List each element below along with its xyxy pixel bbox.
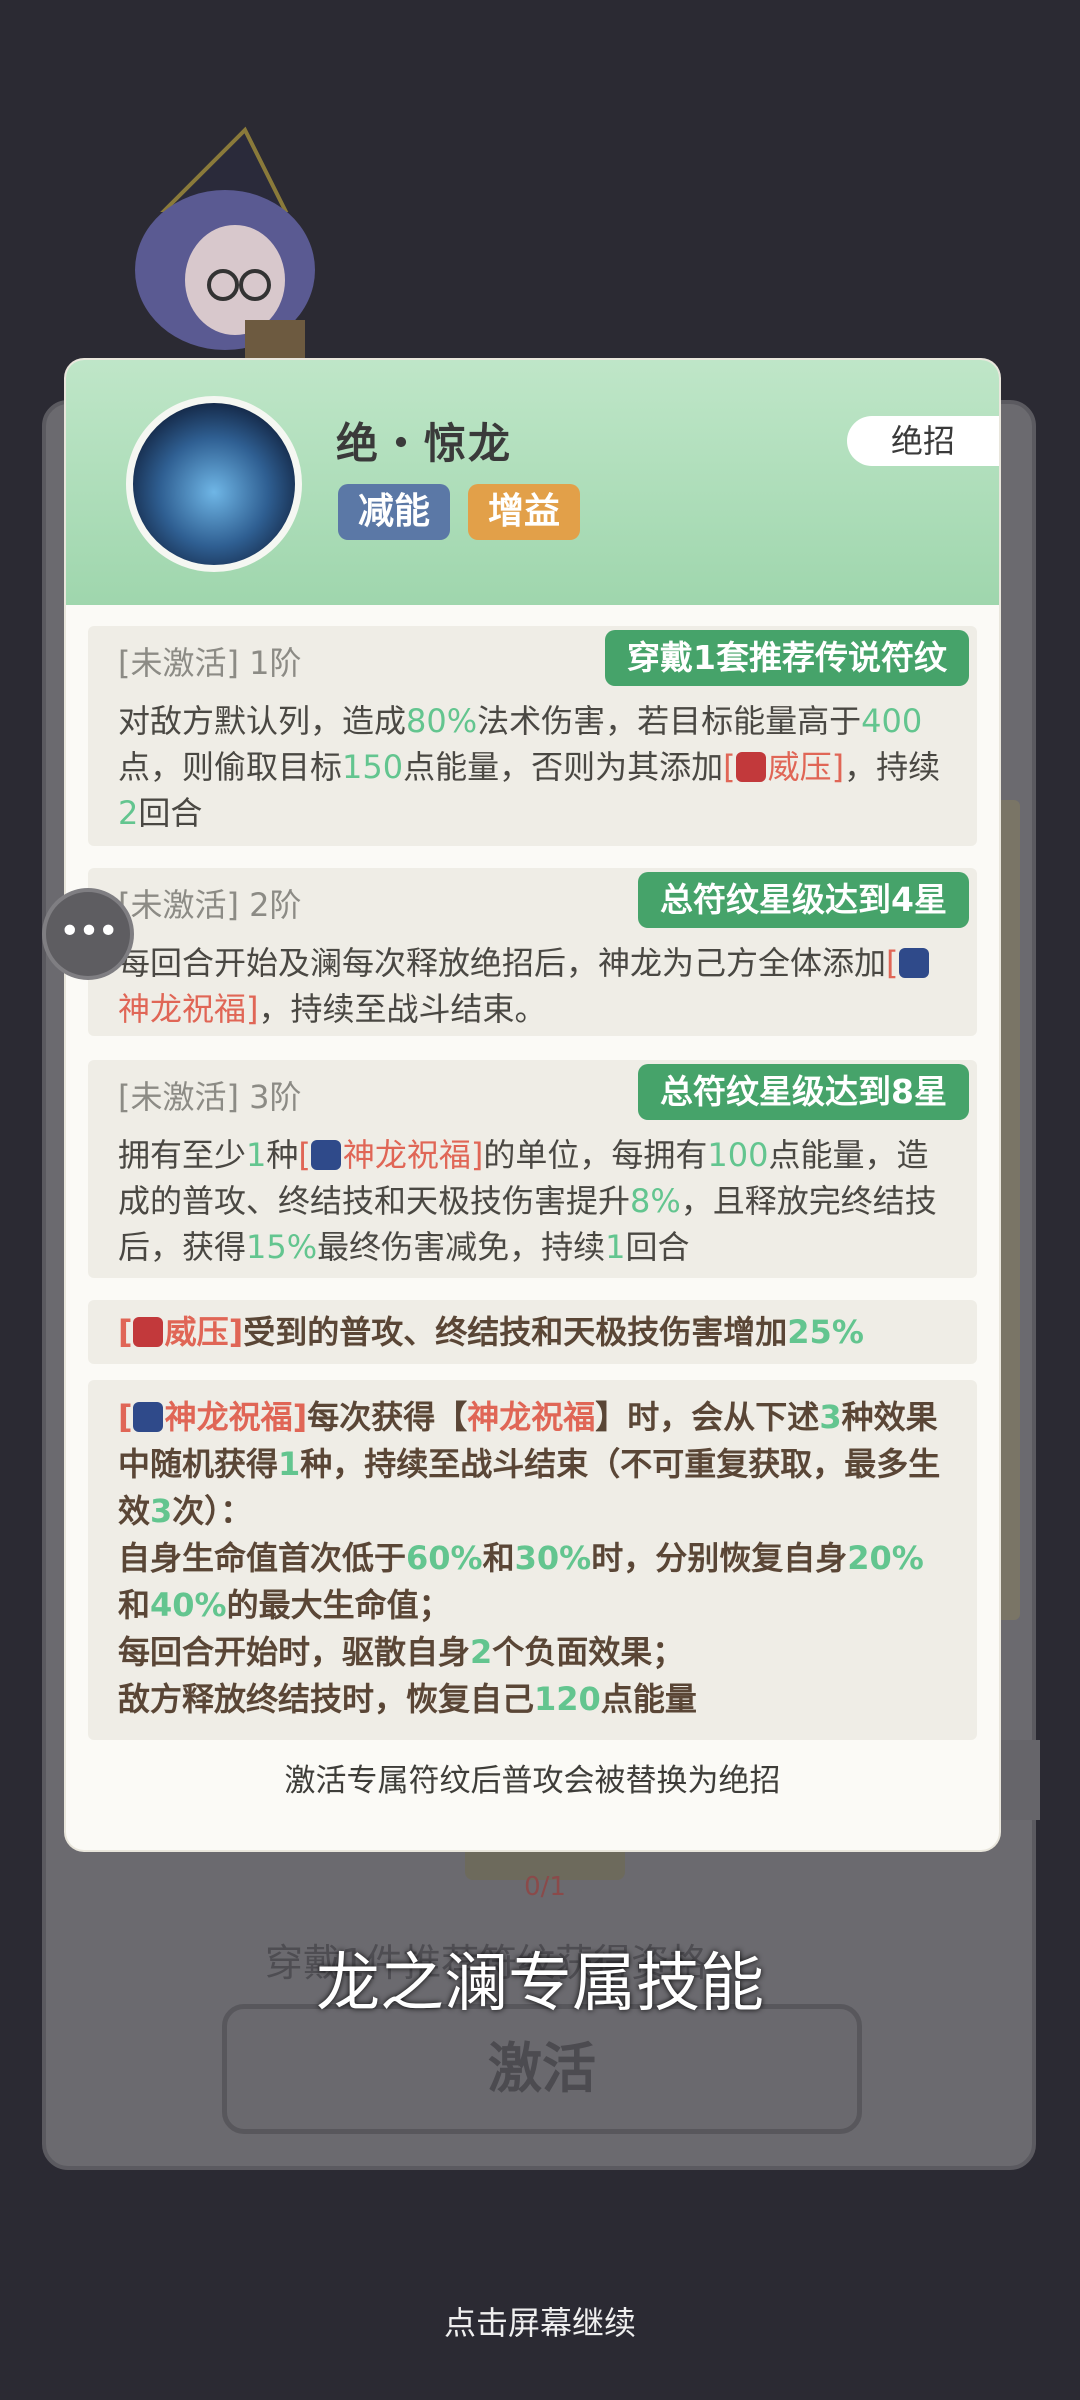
background-slot-count: 0/1	[524, 1872, 566, 1902]
tier-requirement: 总符纹星级达到8星	[638, 1064, 969, 1120]
footer-note: 激活专属符纹后普攻会被替换为绝招	[284, 1763, 781, 1799]
tier-description: 每回合开始及澜每次释放绝招后，神龙为己方全体添加[神龙祝福]，持续至战斗结束。	[118, 940, 947, 1032]
tier-status: [未激活] 1阶	[118, 644, 302, 682]
weiya-note-text: [威压]受到的普攻、终结技和天极技伤害增加25%	[118, 1313, 864, 1351]
weiya-icon	[735, 752, 766, 782]
character-portrait	[135, 126, 315, 370]
tier-3-box: [未激活] 3阶 总符纹星级达到8星 拥有至少1种[神龙祝福]的单位，每拥有10…	[88, 1060, 977, 1278]
blessing-note-text: [神龙祝福]每次获得【神龙祝福】时，会从下述3种效果中随机获得1种，持续至战斗结…	[118, 1398, 941, 1718]
tag-energy-reduce: 减能	[338, 484, 451, 540]
skill-header: 绝・惊龙 减能 增益 绝招	[66, 360, 999, 605]
dragon-blessing-icon	[898, 948, 929, 978]
chat-bubble-icon[interactable]: •••	[42, 888, 134, 980]
tier-description: 对敌方默认列，造成80%法术伤害，若目标能量高于400点，则偷取目标150点能量…	[118, 702, 941, 832]
dragon-skill-icon	[126, 396, 302, 572]
dragon-blessing-icon	[132, 1402, 163, 1432]
weiya-note-box: [威压]受到的普攻、终结技和天极技伤害增加25%	[88, 1300, 977, 1364]
skill-title: 绝・惊龙	[336, 419, 513, 468]
tier-requirement: 穿戴1套推荐传说符纹	[605, 630, 969, 686]
dragon-blessing-icon	[310, 1140, 341, 1170]
tier-status: [未激活] 3阶	[118, 1078, 302, 1116]
tier-2-box: [未激活] 2阶 总符纹星级达到4星 每回合开始及澜每次释放绝招后，神龙为己方全…	[88, 868, 977, 1036]
blessing-note-box: [神龙祝福]每次获得【神龙祝福】时，会从下述3种效果中随机获得1种，持续至战斗结…	[88, 1380, 977, 1740]
video-subtitle: 龙之澜专属技能	[316, 1947, 764, 2021]
tap-to-continue[interactable]: 点击屏幕继续	[0, 2298, 1080, 2344]
skill-type-badge: 绝招	[847, 416, 999, 466]
tier-requirement: 总符纹星级达到4星	[638, 872, 969, 928]
tier-description: 拥有至少1种[神龙祝福]的单位，每拥有100点能量，造成的普攻、终结技和天极技伤…	[118, 1136, 937, 1266]
tier-status: [未激活] 2阶	[118, 886, 302, 924]
tag-buff: 增益	[468, 484, 581, 540]
tier-1-box: [未激活] 1阶 穿戴1套推荐传说符纹 对敌方默认列，造成80%法术伤害，若目标…	[88, 626, 977, 846]
skill-detail-card: 绝・惊龙 减能 增益 绝招 [未激活] 1阶 穿戴1套推荐传说符纹 对敌方默认列…	[66, 360, 999, 1850]
weiya-icon	[132, 1317, 163, 1347]
